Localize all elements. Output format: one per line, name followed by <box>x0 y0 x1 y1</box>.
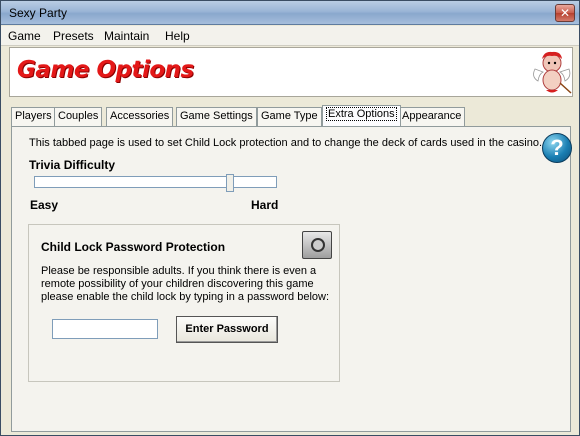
tab-label: Players <box>15 110 52 122</box>
header-banner: Game Options <box>9 47 573 97</box>
slider-max-label: Hard <box>251 198 279 212</box>
safe-icon <box>302 231 332 259</box>
tab-label: Extra Options <box>326 107 397 121</box>
child-lock-title: Child Lock Password Protection <box>41 240 226 254</box>
slider-min-label: Easy <box>30 198 59 212</box>
cupid-logo-icon <box>533 51 572 94</box>
child-lock-description: Please be responsible adults. If you thi… <box>41 265 330 303</box>
tab-appearance[interactable]: Appearance <box>398 107 466 126</box>
help-icon[interactable]: ? <box>542 133 572 163</box>
window-title: Sexy Party <box>9 6 68 20</box>
main-window: Sexy Party ✕ Game Presets Maintain Help … <box>0 0 580 436</box>
tab-label: Accessories <box>110 110 170 122</box>
tab-game-settings[interactable]: Game Settings <box>176 107 257 126</box>
tab-game-type[interactable]: Game Type <box>257 107 322 126</box>
page-description: This tabbed page is used to set Child Lo… <box>29 137 543 149</box>
trivia-difficulty-slider[interactable] <box>226 174 234 192</box>
trivia-difficulty-title: Trivia Difficulty <box>29 158 116 172</box>
menu-bar: Game Presets Maintain Help <box>1 26 579 46</box>
enter-password-button[interactable]: Enter Password <box>176 316 278 343</box>
tab-label: Game Type <box>261 110 318 122</box>
tab-accessories[interactable]: Accessories <box>106 107 174 126</box>
tab-label: Appearance <box>402 110 462 122</box>
tab-label: Game Settings <box>180 110 253 122</box>
slider-track[interactable] <box>234 176 277 188</box>
password-input[interactable] <box>52 319 158 339</box>
menu-maintain[interactable]: Maintain <box>104 29 149 43</box>
title-bar: Sexy Party ✕ <box>1 1 579 25</box>
tab-couples[interactable]: Couples <box>54 107 103 126</box>
slider-track[interactable] <box>34 176 226 188</box>
close-button[interactable]: ✕ <box>555 4 575 22</box>
child-lock-group: Child Lock Password Protection Please be… <box>28 224 340 382</box>
tab-label: Couples <box>58 110 99 122</box>
menu-game[interactable]: Game <box>8 29 41 43</box>
tab-players[interactable]: Players <box>11 107 56 126</box>
extra-options-panel: This tabbed page is used to set Child Lo… <box>11 126 572 432</box>
menu-help[interactable]: Help <box>165 29 190 43</box>
page-title: Game Options <box>17 57 194 83</box>
menu-presets[interactable]: Presets <box>53 29 94 43</box>
tab-extra-options[interactable]: Extra Options <box>322 105 401 126</box>
